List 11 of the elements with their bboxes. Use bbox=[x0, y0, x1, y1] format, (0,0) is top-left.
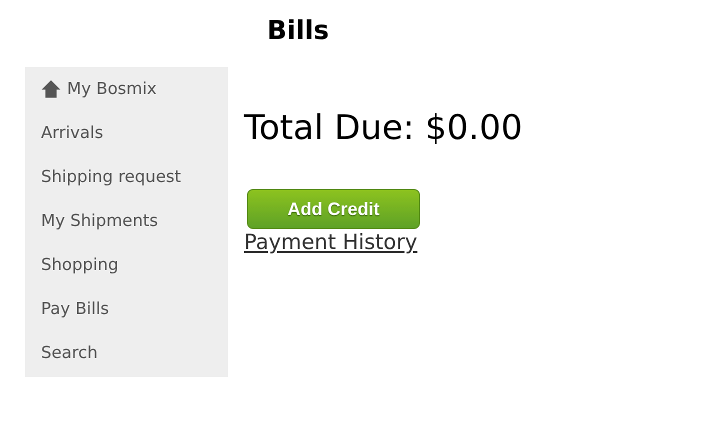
sidebar-item[interactable]: My Shipments bbox=[41, 209, 158, 253]
sidebar-item[interactable]: Search bbox=[41, 341, 98, 385]
sidebar-item[interactable]: My Bosmix bbox=[41, 77, 157, 121]
sidebar-item[interactable]: Shipping request bbox=[41, 165, 181, 209]
sidebar-item[interactable]: Arrivals bbox=[41, 121, 104, 165]
payment-history-link[interactable]: Payment History bbox=[244, 229, 418, 255]
page-title: Bills bbox=[267, 15, 330, 48]
total-due: Total Due: $0.00 bbox=[244, 107, 522, 149]
house-icon bbox=[41, 79, 61, 99]
sidebar-item[interactable]: Pay Bills bbox=[41, 297, 109, 341]
sidebar-item[interactable]: Shopping bbox=[41, 253, 118, 297]
